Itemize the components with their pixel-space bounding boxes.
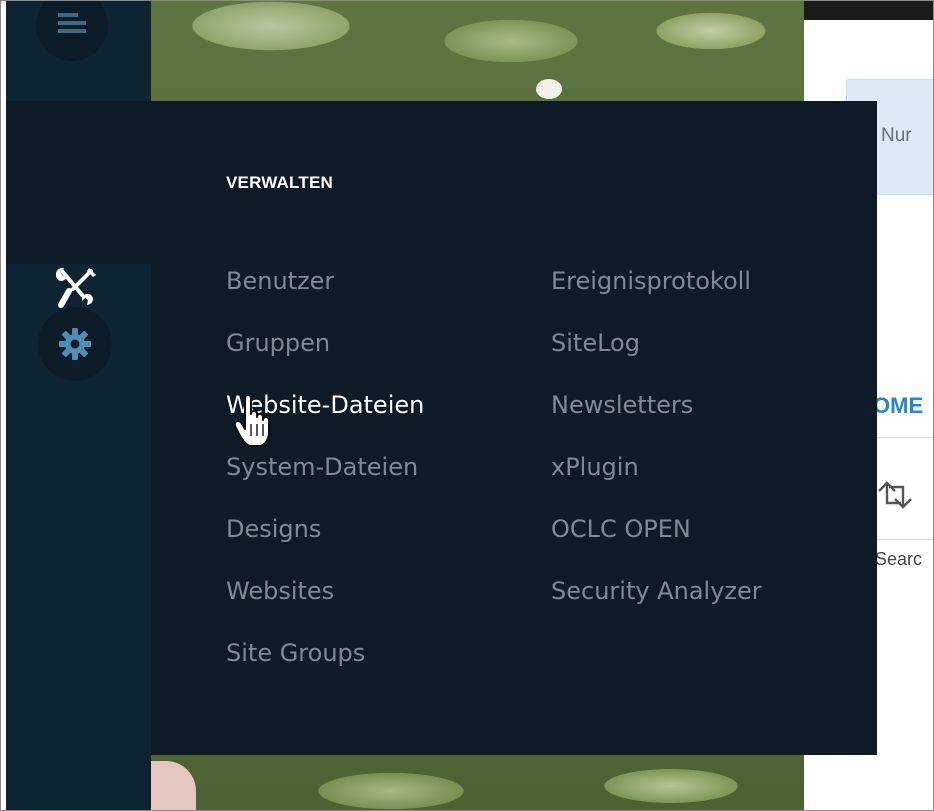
menu-column-1: Benutzer Gruppen Website-Dateien System-… xyxy=(226,261,424,695)
menu-item-gruppen[interactable]: Gruppen xyxy=(226,323,424,385)
menu-column-2: Ereignisprotokoll SiteLog Newsletters xP… xyxy=(551,261,762,633)
menu-item-site-groups[interactable]: Site Groups xyxy=(226,633,424,695)
blossom-decoration xyxy=(536,79,562,99)
menu-item-newsletters[interactable]: Newsletters xyxy=(551,385,762,447)
gear-icon-glyph xyxy=(59,328,91,360)
divider xyxy=(871,539,933,540)
menu-title: VERWALTEN xyxy=(226,173,333,192)
hand-cursor-icon xyxy=(233,394,270,447)
menu-item-oclc-open[interactable]: OCLC OPEN xyxy=(551,509,762,571)
menu-item-ereignisprotokoll[interactable]: Ereignisprotokoll xyxy=(551,261,762,323)
sidebar-item-verwalten[interactable] xyxy=(6,101,151,308)
photo-detail xyxy=(151,761,196,810)
menu-item-security-analyzer[interactable]: Security Analyzer xyxy=(551,571,762,633)
menu-item-benutzer[interactable]: Benutzer xyxy=(226,261,424,323)
menu-item-sitelog[interactable]: SiteLog xyxy=(551,323,762,385)
sidebar xyxy=(6,1,151,810)
tools-icon xyxy=(56,267,96,308)
menu-item-system-dateien[interactable]: System-Dateien xyxy=(226,447,424,509)
sync-icon[interactable] xyxy=(875,477,915,513)
menu-item-xplugin[interactable]: xPlugin xyxy=(551,447,762,509)
search-label[interactable]: Searc xyxy=(875,549,922,570)
menu-item-websites[interactable]: Websites xyxy=(226,571,424,633)
page-list-icon[interactable] xyxy=(36,1,108,61)
home-heading[interactable]: OME xyxy=(873,393,923,419)
app-frame: Nur OME Searc VERWALTEN Benutzer Gruppen… xyxy=(0,0,934,811)
gear-icon[interactable] xyxy=(38,307,112,381)
divider xyxy=(871,437,933,438)
menu-item-designs[interactable]: Designs xyxy=(226,509,424,571)
info-text: Nur xyxy=(881,125,912,146)
top-bar xyxy=(804,1,933,20)
